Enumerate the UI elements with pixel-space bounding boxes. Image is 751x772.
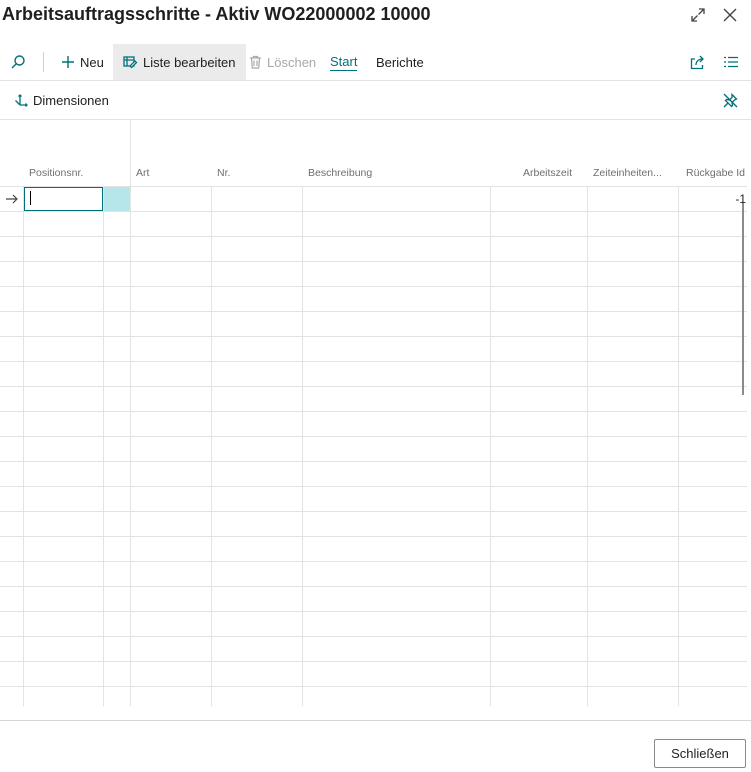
close-button[interactable]: Schließen (654, 739, 746, 768)
toolbar: Neu Liste bearbeiten Löschen Start Beric… (0, 44, 751, 81)
new-button[interactable]: Neu (61, 44, 104, 80)
dimensions-button[interactable]: Dimensionen (14, 82, 109, 118)
toolbar-separator (43, 52, 44, 72)
search-button[interactable] (10, 44, 31, 80)
current-row-arrow-icon (5, 192, 19, 210)
share-button[interactable] (690, 44, 710, 80)
delete-button-label: Löschen (267, 54, 317, 70)
expand-icon (691, 8, 705, 22)
tab-start[interactable]: Start (330, 44, 358, 80)
page-title: Arbeitsauftragsschritte - Aktiv WO220000… (2, 4, 431, 24)
column-header-time-units[interactable]: Zeiteinheiten... (593, 167, 662, 179)
pin-off-icon (723, 92, 738, 107)
column-header-no[interactable]: Nr. (217, 167, 230, 179)
search-icon (11, 55, 25, 69)
close-icon (723, 8, 737, 22)
dimensions-label: Dimensionen (33, 92, 109, 108)
dimensions-icon (15, 94, 28, 107)
edit-list-button-label: Liste bearbeiten (143, 54, 236, 70)
tab-start-label: Start (330, 53, 358, 71)
column-header-position-no[interactable]: Positionsnr. (29, 167, 83, 179)
list-icon (724, 56, 738, 68)
text-caret (30, 191, 31, 205)
tab-reports-label: Berichte (376, 54, 424, 70)
data-grid: Positionsnr. Art Nr. Beschreibung Arbeit… (0, 120, 751, 706)
list-view-button[interactable] (724, 44, 743, 80)
selected-cell-highlight (104, 187, 130, 211)
pin-button[interactable] (723, 82, 743, 118)
action-bar: Dimensionen (0, 81, 751, 120)
column-header-type[interactable]: Art (136, 167, 149, 179)
column-header-return-id[interactable]: Rückgabe Id (686, 167, 745, 179)
footer-divider (0, 720, 751, 721)
tab-reports[interactable]: Berichte (376, 44, 424, 80)
plus-icon (62, 56, 74, 68)
position-no-input[interactable] (24, 187, 103, 211)
edit-list-icon (123, 56, 138, 69)
delete-button[interactable]: Löschen (249, 44, 316, 80)
trash-icon (250, 55, 261, 69)
share-icon (690, 55, 704, 69)
new-button-label: Neu (80, 54, 104, 70)
vertical-scrollbar[interactable] (742, 203, 744, 395)
edit-list-button[interactable]: Liste bearbeiten (113, 44, 246, 80)
column-header-description[interactable]: Beschreibung (308, 167, 372, 179)
expand-button[interactable] (687, 4, 709, 26)
column-header-work-time[interactable]: Arbeitszeit (523, 167, 572, 179)
close-window-button[interactable] (719, 4, 741, 26)
